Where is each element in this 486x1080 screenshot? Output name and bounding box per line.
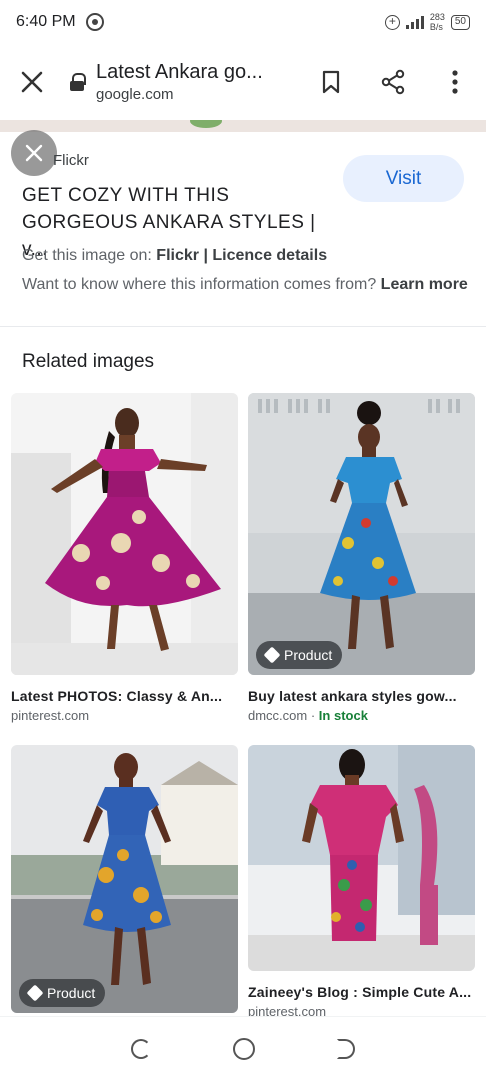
- related-image-source: pinterest.com: [11, 708, 238, 723]
- page-domain: google.com: [96, 86, 174, 103]
- product-tag: Product: [19, 979, 106, 1007]
- status-bar: 6:40 PM + 283 B/s 50: [0, 0, 486, 44]
- battery-icon: 50: [450, 14, 470, 30]
- source-name: Flickr: [53, 152, 89, 169]
- product-tag-label: Product: [47, 985, 96, 1001]
- network-speed-unit: B/s: [429, 22, 443, 32]
- get-image-source-link[interactable]: Flickr: [156, 247, 199, 264]
- whatsapp-icon: [85, 13, 104, 31]
- dress-photo: [248, 745, 475, 971]
- close-icon: [25, 144, 43, 162]
- tag-icon: [263, 646, 281, 664]
- data-saver-icon: +: [384, 14, 400, 30]
- visit-button[interactable]: Visit: [343, 155, 464, 202]
- dress-photo: [11, 393, 238, 675]
- bookmark-button[interactable]: [300, 50, 362, 114]
- info-source-text: Want to know where this information come…: [22, 276, 377, 293]
- network-speed: 283 B/s: [430, 12, 445, 32]
- system-nav-bar: [0, 1016, 486, 1080]
- status-time: 6:40 PM: [16, 13, 76, 30]
- get-image-line: Get this image on: Flickr | Licence deta…: [22, 247, 327, 265]
- product-tag: Product: [256, 641, 343, 669]
- tag-icon: [26, 984, 44, 1002]
- close-button[interactable]: [0, 50, 64, 114]
- dress-photo: [248, 393, 475, 675]
- related-image-card[interactable]: Product Buy latest ankara styles gow... …: [248, 393, 475, 723]
- status-indicators: + 283 B/s 50: [384, 12, 470, 32]
- more-options-button[interactable]: [424, 50, 486, 114]
- dress-photo: [11, 745, 238, 1013]
- related-image[interactable]: Product: [11, 745, 238, 1013]
- learn-more-link[interactable]: Learn more: [381, 276, 468, 293]
- related-image[interactable]: [248, 745, 475, 971]
- browser-toolbar: Latest Ankara go... google.com: [0, 44, 486, 120]
- more-vert-icon: [452, 70, 458, 94]
- related-image-title[interactable]: Buy latest ankara styles gow...: [248, 688, 475, 704]
- product-tag-label: Product: [284, 647, 333, 663]
- related-image-title[interactable]: Latest PHOTOS: Classy & An...: [11, 688, 238, 704]
- source-domain: dmcc.com: [248, 708, 308, 723]
- info-source-line: Want to know where this information come…: [22, 274, 472, 296]
- home-button[interactable]: [233, 1037, 255, 1060]
- network-speed-value: 283: [429, 12, 445, 22]
- back-button[interactable]: [337, 1038, 355, 1059]
- source-domain: pinterest.com: [11, 708, 90, 723]
- related-image[interactable]: Product: [248, 393, 475, 675]
- page-title: Latest Ankara go...: [96, 61, 263, 83]
- related-image-card[interactable]: Product: [11, 745, 238, 1013]
- licence-details-link[interactable]: Licence details: [212, 247, 327, 264]
- related-image-card[interactable]: Zaineey's Blog : Simple Cute A... pinter…: [248, 745, 475, 1019]
- lock-icon: [70, 73, 86, 91]
- share-icon: [381, 69, 405, 95]
- close-icon: [21, 71, 43, 93]
- url-box[interactable]: Latest Ankara go... google.com: [96, 61, 300, 103]
- related-image-source: dmcc.com · In stock: [248, 708, 368, 723]
- signal-icon: [405, 15, 424, 29]
- main-image-strip[interactable]: [0, 120, 486, 132]
- stock-status: In stock: [318, 708, 368, 723]
- related-image-card[interactable]: Latest PHOTOS: Classy & An... pinterest.…: [11, 393, 238, 723]
- related-images-heading: Related images: [22, 351, 155, 372]
- divider: [0, 326, 486, 327]
- get-image-prefix: Get this image on:: [22, 247, 152, 264]
- separator: |: [203, 247, 208, 264]
- recent-apps-button[interactable]: [131, 1038, 151, 1059]
- related-image[interactable]: [11, 393, 238, 675]
- bookmark-icon: [322, 70, 340, 94]
- leaf-decoration: [190, 120, 222, 128]
- related-image-title[interactable]: Zaineey's Blog : Simple Cute A...: [248, 984, 475, 1000]
- dismiss-button[interactable]: [11, 130, 57, 176]
- share-button[interactable]: [362, 50, 424, 114]
